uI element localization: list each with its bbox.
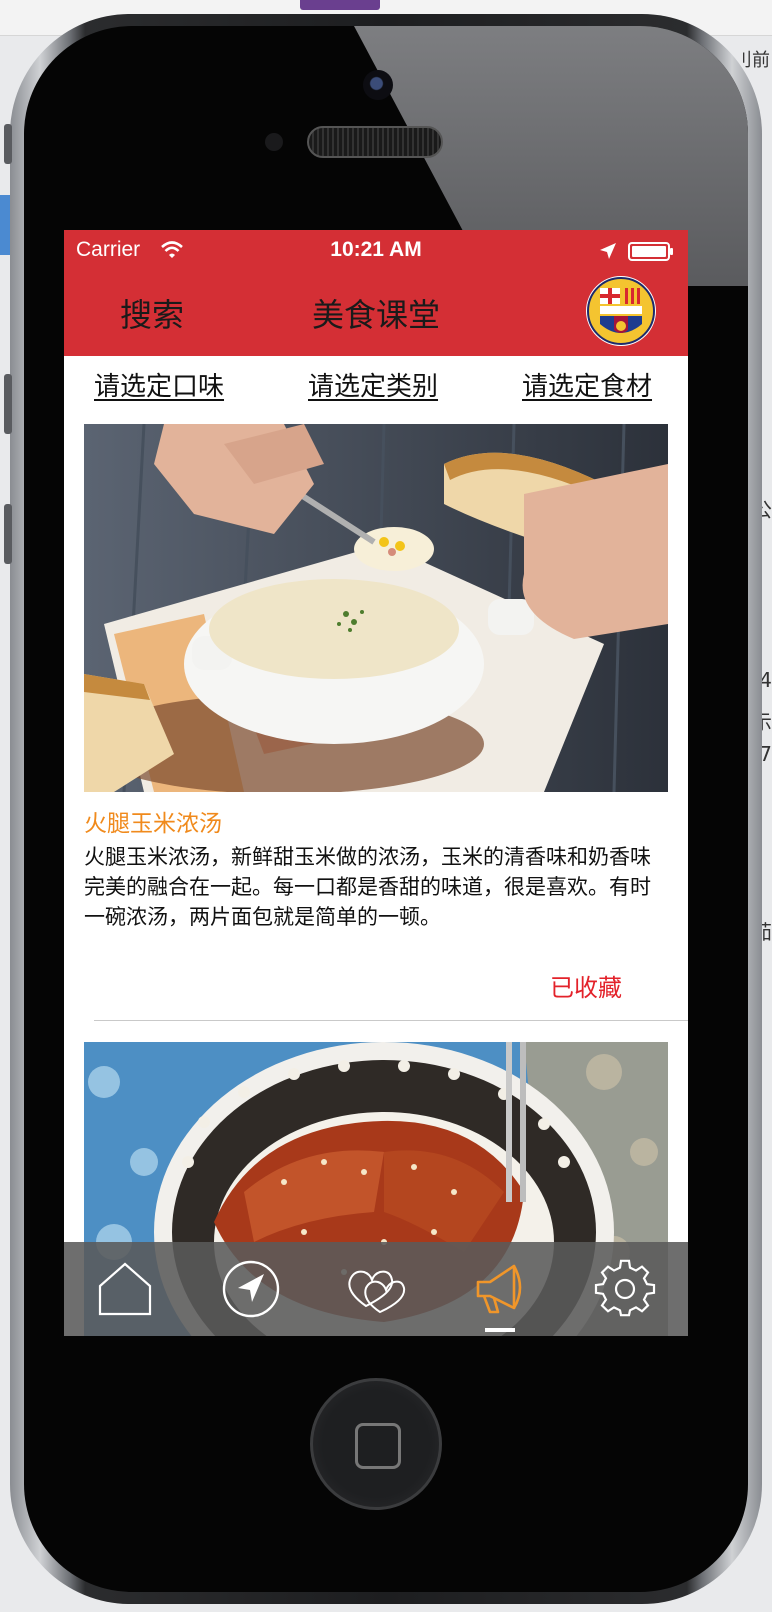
navigation-bar: 搜索 美食课堂 xyxy=(64,270,688,356)
taste-filter-link[interactable]: 请选定口味 xyxy=(94,366,224,403)
active-tab-indicator xyxy=(485,1328,515,1332)
tab-home[interactable] xyxy=(94,1258,156,1320)
megaphone-icon xyxy=(476,1264,522,1314)
gear-icon xyxy=(594,1259,656,1317)
card-divider xyxy=(94,1020,688,1021)
volume-up-button xyxy=(4,374,12,434)
fcb-crest-avatar[interactable] xyxy=(586,276,656,346)
filter-bar: 请选定口味 请选定类别 请选定食材 xyxy=(64,356,688,418)
tab-discover[interactable] xyxy=(220,1258,282,1320)
location-arrow-icon xyxy=(600,243,616,259)
home-button[interactable] xyxy=(310,1378,442,1510)
home-button-square-icon xyxy=(355,1423,401,1469)
desktop-left-fragment xyxy=(0,195,10,255)
navigation-icon xyxy=(222,1260,280,1318)
ingredient-filter-link[interactable]: 请选定食材 xyxy=(522,366,652,403)
earpiece-speaker xyxy=(307,126,443,158)
favorites-icon xyxy=(348,1270,406,1314)
status-time: 10:21 AM xyxy=(330,238,422,261)
recipe-title[interactable]: 火腿玉米浓汤 xyxy=(84,804,222,838)
tab-settings[interactable] xyxy=(594,1258,656,1320)
category-filter-link[interactable]: 请选定类别 xyxy=(308,366,438,403)
tab-announcements[interactable] xyxy=(470,1258,532,1320)
mute-switch xyxy=(4,124,12,164)
recipe-description: 火腿玉米浓汤，新鲜甜玉米做的浓汤，玉米的清香味和奶香味完美的融合在一起。每一口都… xyxy=(84,845,651,929)
tab-bar xyxy=(64,1242,688,1336)
recipe-feed: 火腿玉米浓汤 火腿玉米浓汤，新鲜甜玉米做的浓汤，玉米的清香味和奶香味完美的融合在… xyxy=(64,418,688,1336)
collected-button[interactable]: 已收藏 xyxy=(550,968,622,1003)
desktop-tab-fragment xyxy=(300,0,380,10)
status-bar: Carrier 10:21 AM xyxy=(64,230,688,270)
app-screen: Carrier 10:21 AM 搜索 美食课堂 请选定口味 请选定类别 请选定… xyxy=(64,230,688,1336)
volume-down-button xyxy=(4,504,12,564)
front-camera xyxy=(363,70,393,100)
tab-favorites[interactable] xyxy=(344,1258,406,1320)
battery-icon xyxy=(628,242,673,261)
proximity-sensor xyxy=(265,133,283,151)
recipe-image-corn-soup[interactable] xyxy=(84,424,668,792)
home-icon xyxy=(98,1262,152,1316)
